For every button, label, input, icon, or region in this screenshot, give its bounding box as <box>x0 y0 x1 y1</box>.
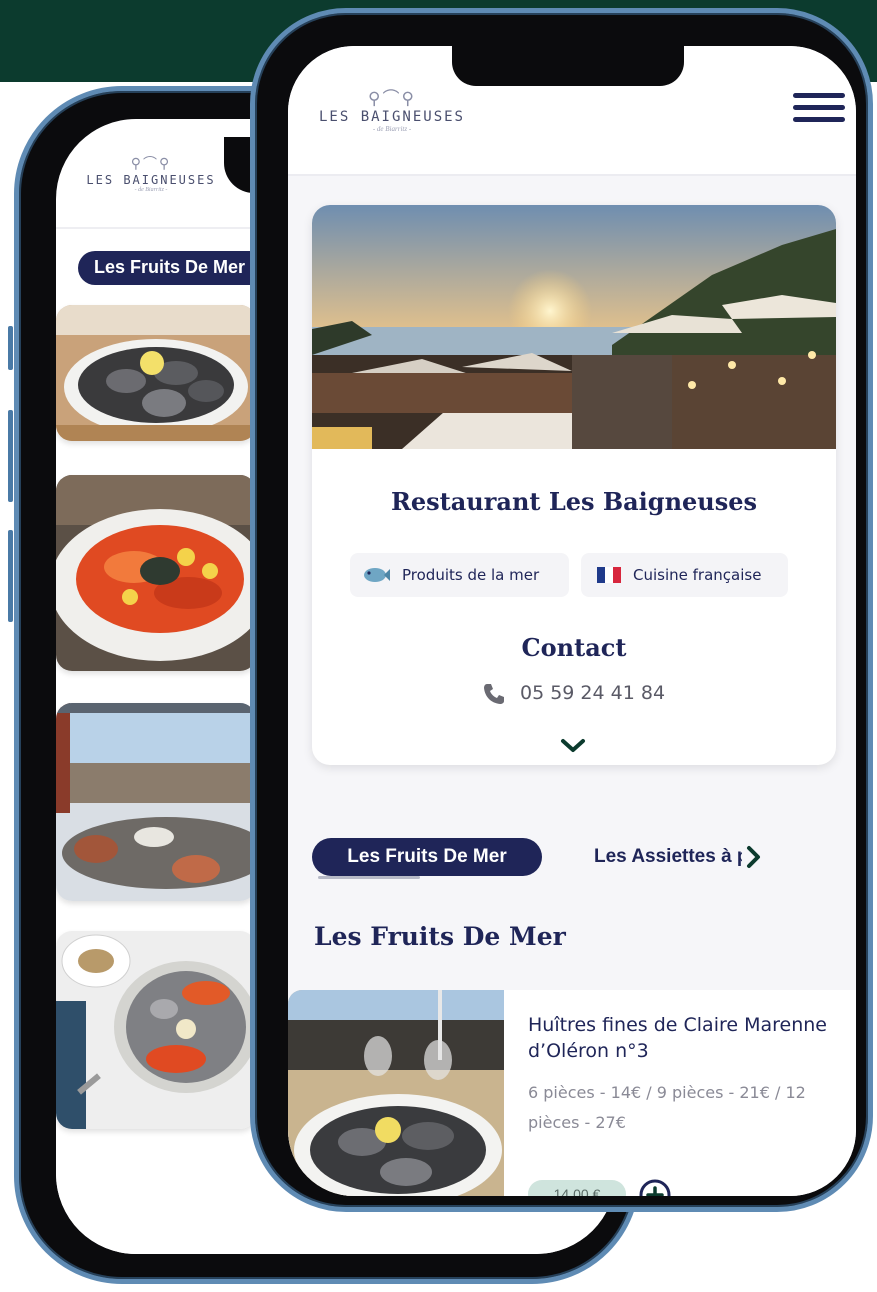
phone-number: 05 59 24 41 84 <box>520 682 666 704</box>
brand-name: LES BAIGNEUSES <box>86 173 216 187</box>
menu-item-photo <box>288 990 504 1196</box>
menu-item-name: Huîtres fines de Claire Marenne d’Oléron… <box>528 1014 827 1062</box>
mute-switch <box>8 326 13 370</box>
chevron-right-icon[interactable] <box>744 844 764 870</box>
dish-photo-prawns[interactable] <box>56 475 256 671</box>
tab-les-assiettes[interactable]: Les Assiettes à partager <box>594 846 742 868</box>
tag-label: Produits de la mer <box>402 566 540 584</box>
volume-up-button <box>8 410 13 502</box>
phone-icon <box>484 684 504 704</box>
tag-label: Cuisine française <box>633 566 762 584</box>
category-pill[interactable]: Les Fruits De Mer <box>78 251 278 285</box>
brand-name: LES BAIGNEUSES <box>318 109 465 125</box>
hamburger-menu-icon[interactable] <box>793 93 845 127</box>
menu-item-card[interactable]: Huîtres fines de Claire Marenne d’Oléron… <box>288 990 856 1196</box>
volume-down-button <box>8 530 13 622</box>
add-plus-icon[interactable] <box>638 1178 672 1196</box>
contact-title: Contact <box>521 633 627 662</box>
dish-photo-oysters[interactable] <box>56 305 256 441</box>
tab-scroll-indicator <box>318 876 420 879</box>
front-notch <box>452 46 684 86</box>
tag-seafood: Produits de la mer <box>350 553 569 597</box>
brand-logo[interactable]: ⚲⌒⚲ LES BAIGNEUSES - de Biarritz - <box>76 153 226 193</box>
restaurant-info-card: Restaurant Les Baigneuses Produits de la… <box>312 205 836 765</box>
fish-icon <box>364 568 390 582</box>
front-phone-frame: ⚲⌒⚲ LES BAIGNEUSES - de Biarritz - Resta… <box>250 8 873 1212</box>
chevron-down-icon[interactable] <box>560 738 586 754</box>
dish-photo-terrace[interactable] <box>56 703 256 901</box>
section-title: Les Fruits De Mer <box>314 922 566 951</box>
utensils-icon: ⚲⌒⚲ <box>130 155 172 171</box>
dish-photo-platter[interactable] <box>56 931 256 1129</box>
brand-subtitle: - de Biarritz - <box>134 187 168 193</box>
tag-french-cuisine: Cuisine française <box>581 553 788 597</box>
utensils-icon: ⚲⌒⚲ <box>368 89 416 108</box>
price-badge: 14,00 € <box>528 1180 626 1196</box>
tab-les-fruits-de-mer[interactable]: Les Fruits De Mer <box>312 838 542 876</box>
restaurant-hero-photo <box>312 205 836 449</box>
restaurant-title: Restaurant Les Baigneuses <box>390 487 758 516</box>
french-flag-icon <box>597 567 621 583</box>
front-phone-screen: ⚲⌒⚲ LES BAIGNEUSES - de Biarritz - Resta… <box>288 46 856 1196</box>
brand-logo[interactable]: ⚲⌒⚲ LES BAIGNEUSES - de Biarritz - <box>302 84 482 133</box>
menu-item-description: 6 pièces - 14€ / 9 pièces - 21€ / 12 piè… <box>528 1083 806 1132</box>
brand-subtitle: - de Biarritz - <box>372 125 412 133</box>
